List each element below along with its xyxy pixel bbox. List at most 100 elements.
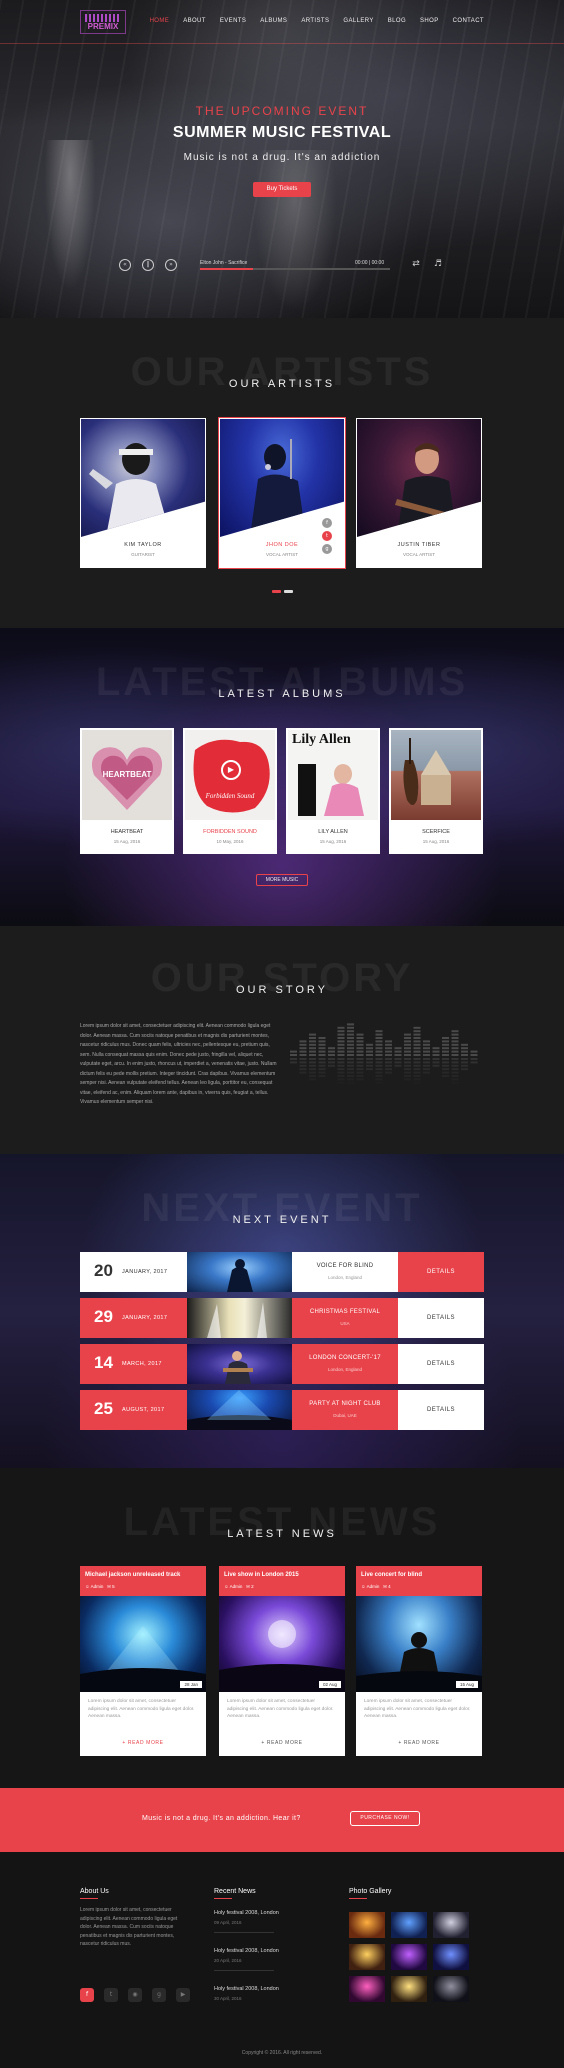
footer-divider bbox=[214, 1898, 232, 1899]
equalizer-bar bbox=[404, 1033, 411, 1036]
menu-item-about[interactable]: ABOUT bbox=[183, 18, 206, 24]
gallery-thumbnail[interactable] bbox=[433, 1912, 469, 1938]
gallery-thumbnail[interactable] bbox=[391, 1912, 427, 1938]
carousel-dot-active[interactable] bbox=[272, 590, 281, 593]
play-icon[interactable]: ▶ bbox=[221, 760, 241, 780]
news-card[interactable]: Live show in London 2015 ☺ Admin ✉ 2 02 … bbox=[219, 1566, 345, 1756]
buy-tickets-button[interactable]: Buy Tickets bbox=[253, 182, 311, 197]
news-card[interactable]: Live concert for blind ☺ Admin ✉ 4 15 Au… bbox=[356, 1566, 482, 1756]
next-icon[interactable]: » bbox=[165, 259, 177, 271]
equalizer-bar bbox=[432, 1050, 440, 1053]
equalizer-reflection bbox=[328, 1064, 335, 1067]
equalizer-bar bbox=[366, 1050, 373, 1053]
event-day: 25 bbox=[94, 1399, 113, 1418]
gallery-thumbnail[interactable] bbox=[349, 1912, 385, 1938]
equalizer-bar bbox=[442, 1037, 449, 1039]
footer-divider bbox=[80, 1898, 98, 1899]
equalizer-reflection bbox=[366, 1064, 373, 1067]
equalizer-bar bbox=[385, 1047, 392, 1050]
equalizer-reflection bbox=[423, 1068, 430, 1071]
menu-item-events[interactable]: EVENTS bbox=[220, 18, 246, 24]
twitter-icon[interactable]: t bbox=[322, 531, 332, 541]
menu-item-shop[interactable]: SHOP bbox=[420, 18, 439, 24]
footer-news-item[interactable]: Holy festival 2008, London bbox=[214, 1986, 279, 1992]
menu-item-artists[interactable]: ARTISTS bbox=[301, 18, 329, 24]
equalizer-bar bbox=[470, 1054, 478, 1056]
event-date: 25 AUGUST, 2017 bbox=[80, 1390, 187, 1430]
equalizer-reflection bbox=[290, 1061, 297, 1064]
equalizer-bar bbox=[356, 1033, 364, 1036]
equalizer-bar bbox=[347, 1023, 354, 1026]
gallery-thumbnail[interactable] bbox=[349, 1976, 385, 2002]
gallery-thumbnail[interactable] bbox=[433, 1976, 469, 2002]
menu-item-gallery[interactable]: GALLERY bbox=[343, 18, 373, 24]
google-plus-icon[interactable]: g bbox=[152, 1988, 166, 2002]
footer-news-item[interactable]: Holy festival 2008, London bbox=[214, 1910, 279, 1916]
twitter-icon[interactable]: t bbox=[104, 1988, 118, 2002]
gallery-thumbnail[interactable] bbox=[391, 1976, 427, 2002]
equalizer-bar bbox=[394, 1054, 402, 1056]
event-date: 20 JANUARY, 2017 bbox=[80, 1252, 187, 1292]
gallery-thumbnail[interactable] bbox=[391, 1944, 427, 1970]
event-month: AUGUST, 2017 bbox=[122, 1407, 165, 1413]
equalizer-reflection bbox=[413, 1058, 421, 1060]
gallery-thumbnail[interactable] bbox=[433, 1944, 469, 1970]
menu-item-blog[interactable]: BLOG bbox=[388, 18, 406, 24]
event-day: 14 bbox=[94, 1353, 113, 1372]
equalizer-reflection bbox=[442, 1058, 449, 1060]
facebook-icon[interactable]: f bbox=[322, 518, 332, 528]
prev-icon[interactable]: « bbox=[119, 259, 131, 271]
youtube-icon[interactable]: ▶ bbox=[176, 1988, 190, 2002]
pause-icon[interactable]: ‖ bbox=[142, 259, 154, 271]
equalizer-reflection bbox=[385, 1061, 392, 1064]
equalizer-reflection bbox=[347, 1068, 354, 1071]
album-card[interactable]: ▶ Forbidden Sound FORBIDDEN SOUND 10 May… bbox=[183, 728, 277, 854]
track-progress[interactable] bbox=[200, 268, 390, 270]
album-card[interactable]: SCERFICE 15 Aug, 2016 bbox=[389, 728, 483, 854]
event-details-button[interactable]: DETAILS bbox=[398, 1390, 484, 1430]
more-music-button[interactable]: MORE MUSIC bbox=[256, 874, 308, 886]
shuffle-icon[interactable]: ⇄ bbox=[410, 259, 422, 271]
menu-item-albums[interactable]: ALBUMS bbox=[260, 18, 287, 24]
logo-text: PREMIX bbox=[87, 22, 119, 31]
event-details-button[interactable]: DETAILS bbox=[398, 1298, 484, 1338]
logo[interactable]: PREMIX bbox=[80, 10, 126, 34]
footer-news-item[interactable]: Holy festival 2008, London bbox=[214, 1948, 279, 1954]
album-card[interactable]: Lily Allen LILY ALLEN 15 Aug, 2016 bbox=[286, 728, 380, 854]
equalizer-bar bbox=[356, 1050, 364, 1053]
equalizer-bar bbox=[423, 1043, 430, 1046]
equalizer-reflection bbox=[432, 1064, 440, 1067]
footer bbox=[0, 1852, 564, 2068]
artist-card[interactable]: JUSTIN TIBER VOCAL ARTIST bbox=[356, 418, 482, 568]
artist-card[interactable]: KIM TAYLOR GUITARIST bbox=[80, 418, 206, 568]
album-cover: Lily Allen bbox=[288, 730, 378, 820]
equalizer-reflection bbox=[347, 1075, 354, 1077]
read-more-link[interactable]: + READ MORE bbox=[80, 1740, 206, 1746]
event-location: London, England bbox=[327, 1275, 363, 1280]
equalizer-reflection bbox=[451, 1068, 459, 1071]
menu-item-home[interactable]: HOME bbox=[150, 18, 170, 24]
artist-card[interactable]: f t g JHON DOE VOCAL ARTIST bbox=[218, 417, 346, 569]
carousel-dot[interactable] bbox=[284, 590, 293, 593]
news-card[interactable]: Michael jackson unreleased track ☺ Admin… bbox=[80, 1566, 206, 1756]
equalizer-reflection bbox=[318, 1068, 326, 1071]
event-details-button[interactable]: DETAILS bbox=[398, 1344, 484, 1384]
facebook-icon[interactable]: f bbox=[80, 1988, 94, 2002]
menu-item-contact[interactable]: CONTACT bbox=[453, 18, 484, 24]
instagram-icon[interactable]: ◉ bbox=[128, 1988, 142, 2002]
equalizer-reflection bbox=[299, 1061, 307, 1064]
equalizer-reflection bbox=[413, 1071, 421, 1074]
purchase-now-button[interactable]: PURCHASE NOW! bbox=[350, 1811, 420, 1826]
volume-icon[interactable]: ♬ bbox=[432, 259, 444, 271]
read-more-link[interactable]: + READ MORE bbox=[356, 1740, 482, 1746]
read-more-link[interactable]: + READ MORE bbox=[219, 1740, 345, 1746]
album-card[interactable]: HEARTBEAT HEARTBEAT 15 Aug, 2016 bbox=[80, 728, 174, 854]
equalizer-bar bbox=[337, 1047, 345, 1050]
gallery-thumbnail[interactable] bbox=[349, 1944, 385, 1970]
event-row: 25 AUGUST, 2017 PARTY AT NIGHT CLUB Duba… bbox=[80, 1390, 484, 1430]
album-cover: HEARTBEAT bbox=[82, 730, 172, 820]
equalizer-reflection bbox=[356, 1068, 364, 1071]
equalizer-bar bbox=[309, 1047, 316, 1050]
event-details-button[interactable]: DETAILS bbox=[398, 1252, 484, 1292]
equalizer-bar bbox=[413, 1030, 421, 1033]
